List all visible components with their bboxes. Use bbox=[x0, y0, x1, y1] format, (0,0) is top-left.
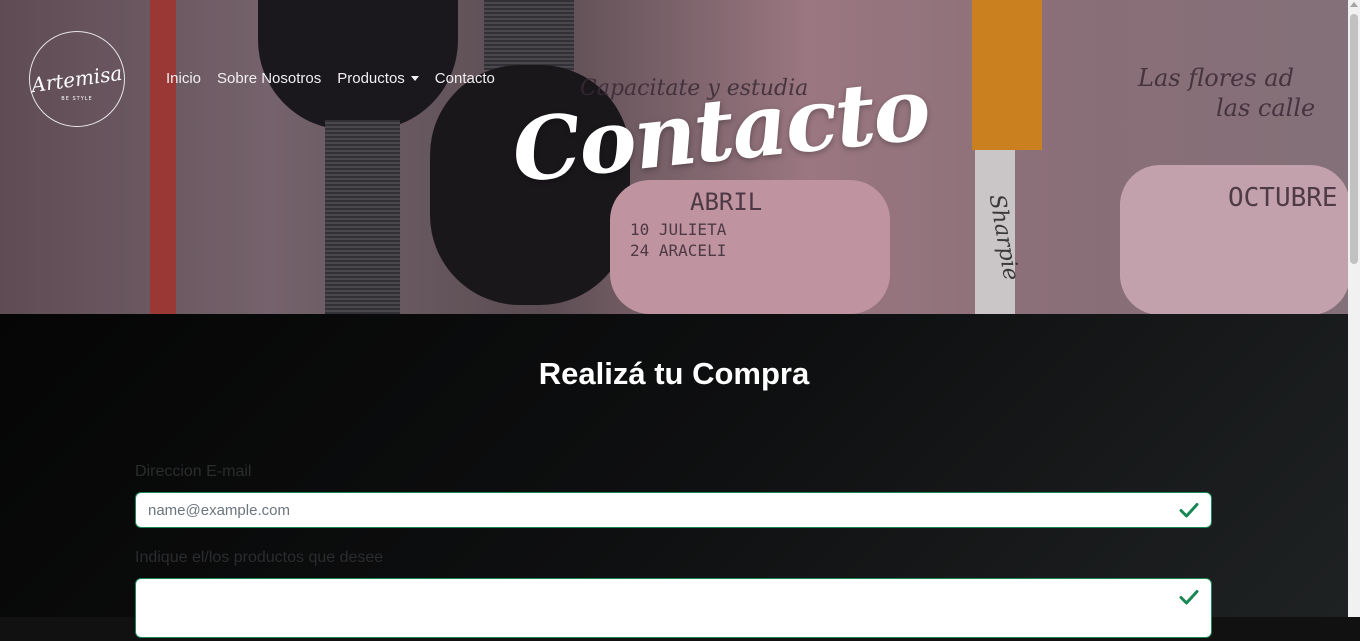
nav-link-label: Sobre Nosotros bbox=[217, 70, 322, 87]
hero-banner: Capacitate y estudia Las flores ad las c… bbox=[0, 0, 1348, 314]
brand-logo[interactable]: Artemisa BE STYLE bbox=[29, 31, 125, 127]
brand-logo-text: Artemisa bbox=[30, 60, 124, 98]
bg-month-2: OCTUBRE bbox=[1228, 183, 1338, 213]
nav-link-contacto[interactable]: Contacto bbox=[435, 70, 495, 87]
nav-link-label: Inicio bbox=[166, 70, 202, 87]
nav-link-label: Productos bbox=[337, 70, 405, 87]
purchase-section: Realizá tu Compra Direccion E-mail Indiq… bbox=[0, 314, 1348, 638]
section-title: Realizá tu Compra bbox=[538, 356, 810, 391]
bg-text-2: Las flores ad bbox=[1138, 64, 1294, 92]
check-icon bbox=[1179, 590, 1199, 605]
products-textarea[interactable] bbox=[136, 579, 1211, 637]
nav-link-inicio[interactable]: Inicio bbox=[166, 70, 201, 87]
main-nav: Inicio Sobre Nosotros Productos Contacto bbox=[166, 70, 495, 87]
bg-text-3: las calle bbox=[1216, 94, 1316, 122]
nav-link-sobre-nosotros[interactable]: Sobre Nosotros bbox=[217, 70, 321, 87]
email-label: Direccion E-mail bbox=[135, 463, 252, 480]
caret-down-icon bbox=[410, 76, 419, 81]
check-icon bbox=[1179, 503, 1199, 518]
nav-link-label: Contacto bbox=[434, 70, 495, 87]
scroll-up-arrow-icon[interactable] bbox=[1350, 2, 1358, 7]
bg-month-1: ABRIL bbox=[690, 188, 763, 216]
brand-logo-subtext: BE STYLE bbox=[61, 96, 93, 102]
products-field-wrapper bbox=[135, 578, 1212, 638]
scrollbar-thumb[interactable] bbox=[1350, 14, 1358, 264]
nav-dropdown-productos[interactable]: Productos bbox=[337, 70, 419, 87]
email-input[interactable] bbox=[136, 493, 1211, 527]
products-label: Indique el/los productos que desee bbox=[135, 549, 384, 566]
bg-entry-1: 10 JULIETA bbox=[630, 220, 727, 239]
email-field-wrapper bbox=[135, 492, 1212, 528]
page-scrollbar[interactable] bbox=[1348, 0, 1360, 617]
bg-entry-2: 24 ARACELI bbox=[630, 241, 727, 260]
